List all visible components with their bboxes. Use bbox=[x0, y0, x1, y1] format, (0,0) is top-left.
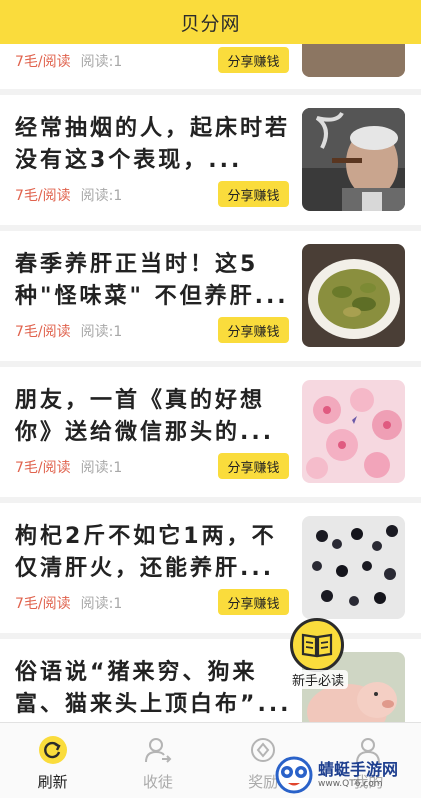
share-earn-button[interactable]: 分享赚钱 bbox=[218, 47, 289, 73]
article-meta: 7毛/阅读 阅读:1 bbox=[15, 321, 122, 341]
reward-rate: 7毛/阅读 bbox=[15, 460, 71, 476]
beginner-guide-label: 新手必读 bbox=[288, 670, 348, 689]
article-thumbnail[interactable] bbox=[302, 380, 405, 483]
read-count: 阅读:1 bbox=[80, 324, 123, 340]
article-headline[interactable]: 枸杞2斤不如它1两，不仅清肝火，还能养肝... bbox=[15, 521, 293, 585]
share-earn-button[interactable]: 分享赚钱 bbox=[218, 181, 289, 207]
share-earn-button[interactable]: 分享赚钱 bbox=[218, 453, 289, 479]
article-meta: 7毛/阅读 阅读:1 bbox=[15, 51, 122, 71]
article-card[interactable]: 朋友，一首《真的好想你》送给微信那头的... 7毛/阅读 阅读:1 分享赚钱 bbox=[0, 367, 421, 497]
article-headline[interactable]: 经常抽烟的人，起床时若没有这3个表现，... bbox=[15, 113, 293, 177]
book-icon[interactable] bbox=[290, 618, 344, 672]
dragonfly-logo-icon bbox=[275, 756, 313, 794]
article-headline[interactable]: 俗语说“猪来穷、狗来富、猫来头上顶白布”... bbox=[15, 657, 293, 721]
reward-rate: 7毛/阅读 bbox=[15, 188, 71, 204]
share-earn-button[interactable]: 分享赚钱 bbox=[218, 317, 289, 343]
tab-label: 收徒 bbox=[142, 773, 173, 791]
article-card[interactable]: 俗语说“猪来穷、狗来富、猫来头上顶白布”... bbox=[0, 639, 421, 722]
app-header: 贝分网 bbox=[0, 0, 421, 44]
watermark-name: 蜻蜓手游网 bbox=[318, 760, 399, 779]
reward-rate: 7毛/阅读 bbox=[15, 54, 71, 70]
site-watermark: 蜻蜓手游网 www.QT6.com bbox=[274, 752, 421, 798]
article-meta: 7毛/阅读 阅读:1 bbox=[15, 593, 122, 613]
page-title: 贝分网 bbox=[180, 12, 241, 35]
tab-label: 刷新 bbox=[37, 773, 68, 791]
beginner-guide-button[interactable]: 新手必读 bbox=[288, 618, 348, 692]
watermark-url: www.QT6.com bbox=[318, 779, 383, 789]
reward-rate: 7毛/阅读 bbox=[15, 324, 71, 340]
read-count: 阅读:1 bbox=[80, 460, 123, 476]
article-card[interactable]: 春季养肝正当时！这5种"怪味菜" 不但养肝... 7毛/阅读 阅读:1 分享赚钱 bbox=[0, 231, 421, 361]
reward-rate: 7毛/阅读 bbox=[15, 596, 71, 612]
article-meta: 7毛/阅读 阅读:1 bbox=[15, 457, 122, 477]
article-thumbnail[interactable] bbox=[302, 44, 405, 77]
read-count: 阅读:1 bbox=[80, 596, 123, 612]
article-card[interactable]: 枸杞2斤不如它1两，不仅清肝火，还能养肝... 7毛/阅读 阅读:1 分享赚钱 bbox=[0, 503, 421, 633]
tab-recruit[interactable]: 收徒 bbox=[105, 723, 210, 798]
article-thumbnail[interactable] bbox=[302, 516, 405, 619]
article-thumbnail[interactable] bbox=[302, 108, 405, 211]
refresh-icon[interactable] bbox=[38, 735, 68, 765]
article-card[interactable]: 经常抽烟的人，起床时若没有这3个表现，... 7毛/阅读 阅读:1 分享赚钱 bbox=[0, 95, 421, 225]
read-count: 阅读:1 bbox=[80, 188, 123, 204]
article-thumbnail[interactable] bbox=[302, 244, 405, 347]
article-card-partial[interactable]: 7毛/阅读 阅读:1 分享赚钱 bbox=[0, 44, 421, 89]
article-meta: 7毛/阅读 阅读:1 bbox=[15, 185, 122, 205]
add-user-icon[interactable] bbox=[143, 735, 173, 765]
share-earn-button[interactable]: 分享赚钱 bbox=[218, 589, 289, 615]
article-headline[interactable]: 春季养肝正当时！这5种"怪味菜" 不但养肝... bbox=[15, 249, 293, 313]
tab-refresh[interactable]: 刷新 bbox=[0, 723, 105, 798]
read-count: 阅读:1 bbox=[80, 54, 123, 70]
article-feed[interactable]: 7毛/阅读 阅读:1 分享赚钱 经常抽烟的人，起床时若没有这3个表现，... 7… bbox=[0, 44, 421, 722]
article-headline[interactable]: 朋友，一首《真的好想你》送给微信那头的... bbox=[15, 385, 293, 449]
